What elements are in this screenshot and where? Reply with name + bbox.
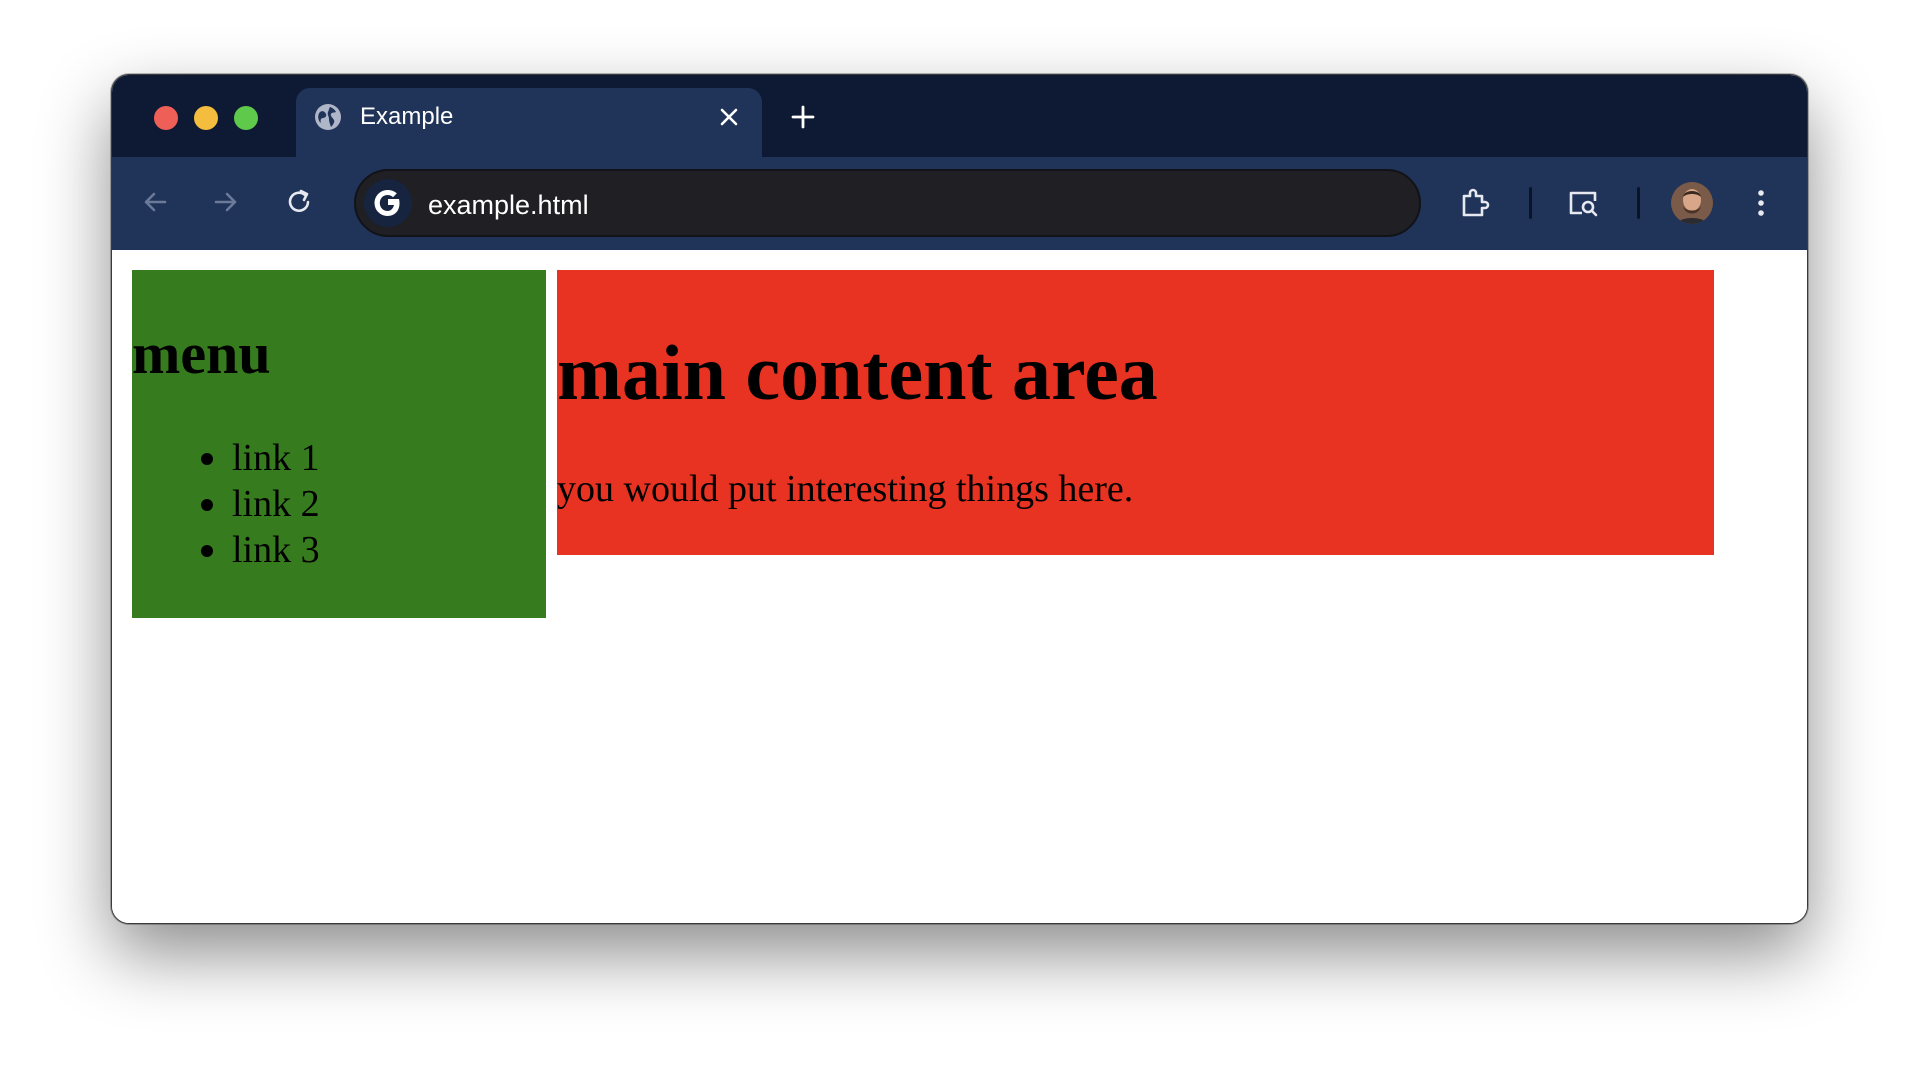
menu-link-3[interactable]: link 3 bbox=[201, 527, 320, 573]
avatar[interactable] bbox=[1671, 182, 1713, 224]
lens-search-icon[interactable] bbox=[1564, 184, 1602, 222]
back-arrow-icon[interactable] bbox=[138, 185, 172, 219]
toolbar-separator bbox=[1637, 187, 1640, 219]
window-close-button[interactable] bbox=[154, 106, 178, 130]
menu-list: link 1 link 2 link 3 bbox=[201, 435, 320, 573]
page-content: menu link 1 link 2 link 3 main content a… bbox=[112, 250, 1807, 923]
menu-heading: menu bbox=[132, 321, 271, 386]
tab-title: Example bbox=[360, 103, 454, 130]
menu-sidebar: menu link 1 link 2 link 3 bbox=[132, 270, 546, 618]
main-heading: main content area bbox=[557, 329, 1158, 416]
main-body-text: you would put interesting things here. bbox=[557, 468, 1134, 510]
window-maximize-button[interactable] bbox=[234, 106, 258, 130]
toolbar: example.html bbox=[112, 157, 1807, 250]
main-content: main content area you would put interest… bbox=[557, 270, 1714, 555]
tab-example[interactable]: Example bbox=[296, 88, 762, 157]
url-text[interactable]: example.html bbox=[428, 189, 589, 221]
forward-arrow-icon[interactable] bbox=[209, 185, 243, 219]
extensions-icon[interactable] bbox=[1456, 184, 1494, 222]
menu-link-1[interactable]: link 1 bbox=[201, 435, 320, 481]
google-icon[interactable] bbox=[364, 179, 412, 227]
close-icon[interactable] bbox=[716, 104, 742, 130]
plus-icon[interactable] bbox=[788, 102, 818, 132]
window-minimize-button[interactable] bbox=[194, 106, 218, 130]
tab-strip: Example bbox=[112, 75, 1807, 157]
menu-link-2[interactable]: link 2 bbox=[201, 481, 320, 527]
globe-icon bbox=[315, 104, 341, 130]
address-bar[interactable]: example.html bbox=[354, 169, 1421, 237]
more-vert-icon[interactable] bbox=[1749, 184, 1773, 222]
reload-icon[interactable] bbox=[282, 185, 316, 219]
browser-window: Example example.html menu link 1 link 2 … bbox=[111, 74, 1808, 924]
toolbar-separator bbox=[1529, 187, 1532, 219]
